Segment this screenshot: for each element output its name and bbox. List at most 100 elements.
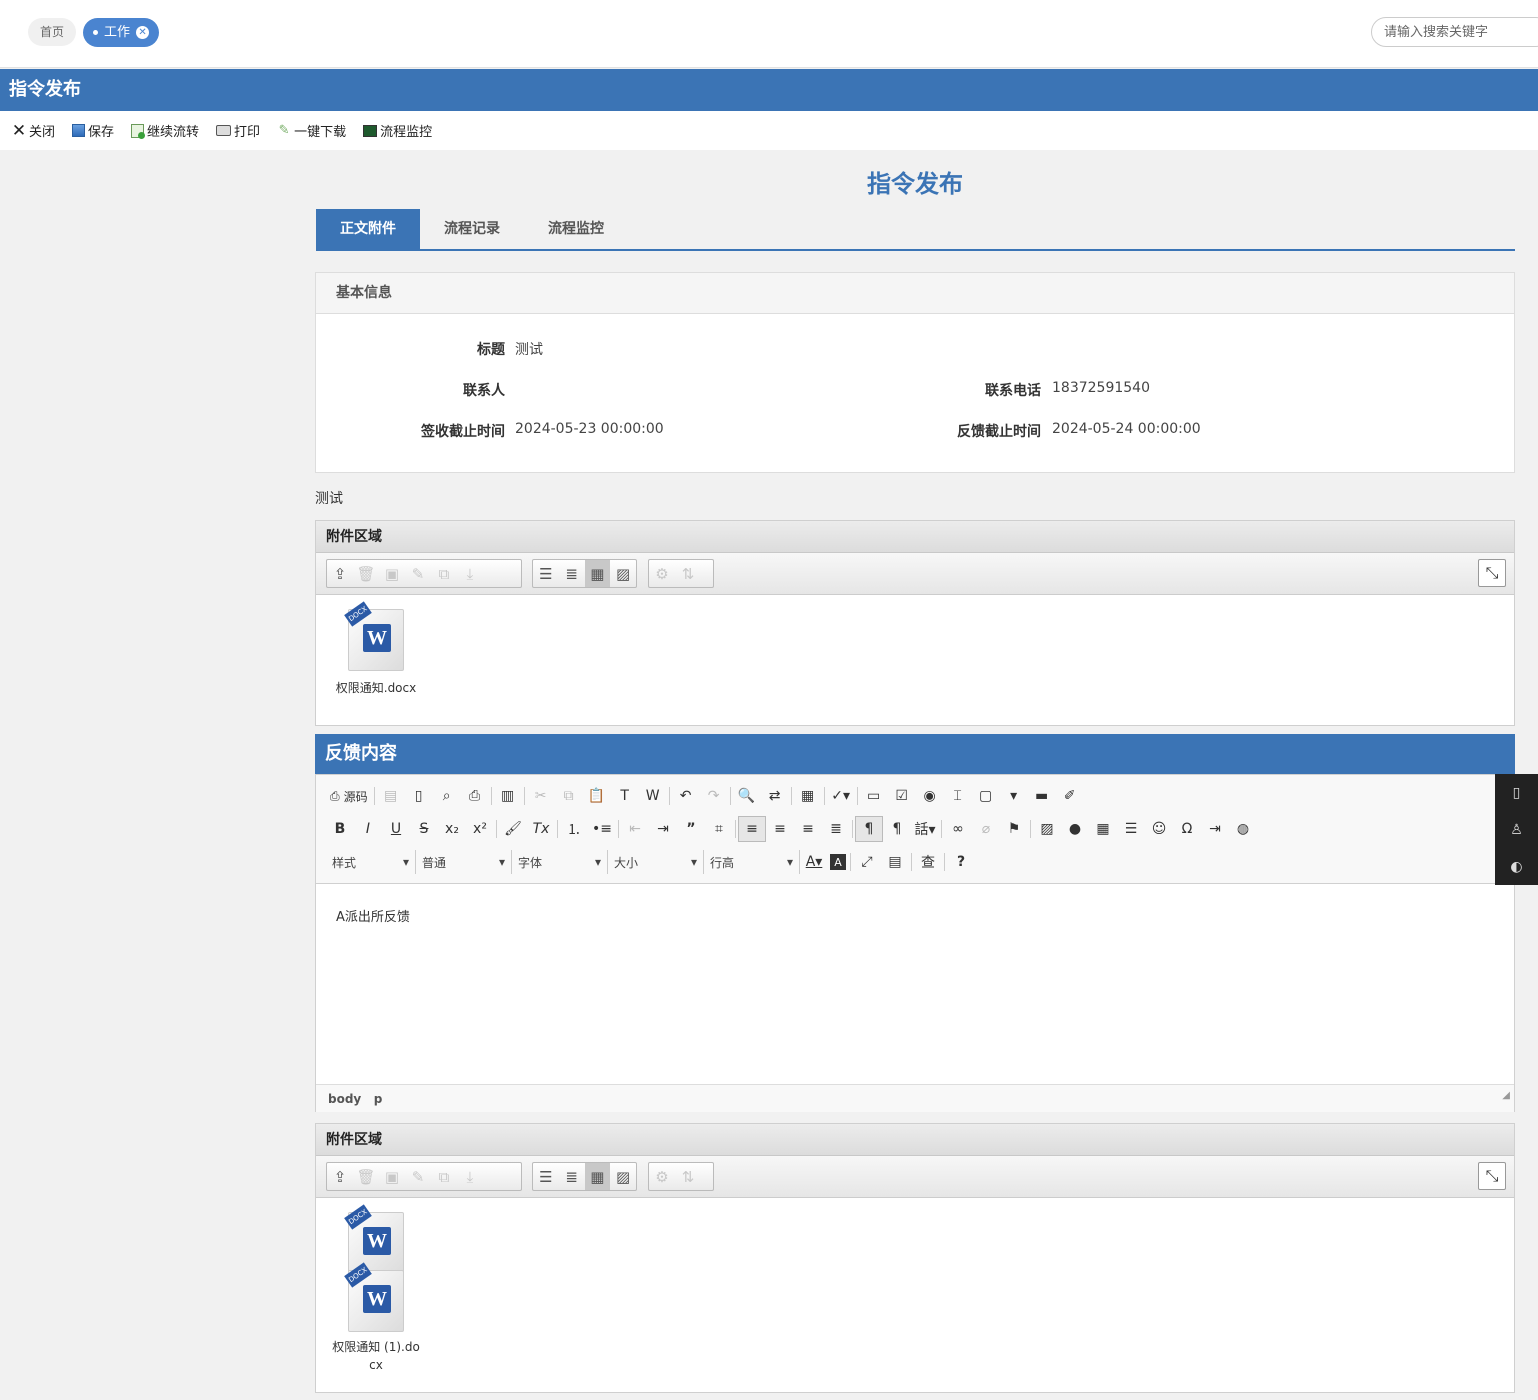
save-doc-icon[interactable]: ▤ xyxy=(377,783,405,809)
hr-icon[interactable]: ☰ xyxy=(1117,816,1145,842)
bullet-list-icon[interactable]: •≡ xyxy=(588,816,616,842)
upload-icon[interactable]: ⇪ xyxy=(327,560,353,587)
tab-flow-monitor[interactable]: 流程监控 xyxy=(524,209,628,249)
close-tab-icon[interactable]: ✕ xyxy=(136,26,150,39)
help-icon[interactable]: ? xyxy=(947,849,975,875)
button-field-icon[interactable]: ▬ xyxy=(1028,783,1056,809)
tab-work[interactable]: 工作 ✕ xyxy=(83,18,160,47)
copy-icon[interactable]: ⧉ xyxy=(431,560,457,587)
source-button[interactable]: ⎙ 源码 xyxy=(326,783,372,809)
style-select[interactable]: 样式 ▾ xyxy=(326,850,416,874)
template-icon[interactable]: ▥ xyxy=(494,783,522,809)
redo-icon[interactable]: ↷ xyxy=(700,783,728,809)
monitor-button[interactable]: 流程监控 xyxy=(363,121,432,140)
edit-icon[interactable]: ✎ xyxy=(405,1163,431,1190)
form-icon[interactable]: ▭ xyxy=(860,783,888,809)
image-icon[interactable]: ▨ xyxy=(1033,816,1061,842)
show-blocks-icon[interactable]: ▤ xyxy=(881,849,909,875)
sort-icon[interactable]: ⇅ xyxy=(675,1163,701,1190)
paste-icon[interactable]: 📋 xyxy=(583,783,611,809)
delete-icon[interactable]: 🗑 xyxy=(353,560,379,587)
save-button[interactable]: 保存 xyxy=(72,121,114,140)
align-right-icon[interactable]: ≡ xyxy=(794,816,822,842)
settings-icon[interactable]: ⚙ xyxy=(649,560,675,587)
remove-format-icon[interactable]: Tx xyxy=(527,816,555,842)
image-view-icon[interactable]: ▨ xyxy=(610,1163,636,1190)
expand-icon[interactable]: ⤡ xyxy=(1478,559,1506,587)
format-select[interactable]: 普通 ▾ xyxy=(416,850,512,874)
new-page-icon[interactable]: ▯ xyxy=(405,783,433,809)
grid-view-icon[interactable]: ▦ xyxy=(584,1163,611,1190)
radio-icon[interactable]: ◉ xyxy=(916,783,944,809)
strike-icon[interactable]: S xyxy=(410,816,438,842)
copy-icon[interactable]: ⧉ xyxy=(431,1163,457,1190)
detail-view-icon[interactable]: ≣ xyxy=(559,1163,585,1190)
tab-home[interactable]: 首页 xyxy=(28,18,77,46)
preview-doc-icon[interactable]: ⌕ xyxy=(433,783,461,809)
blockquote-icon[interactable]: ” xyxy=(677,816,705,842)
paste-word-icon[interactable]: W xyxy=(639,783,667,809)
replace-icon[interactable]: ⇄ xyxy=(761,783,789,809)
textarea-icon[interactable]: ▢ xyxy=(972,783,1000,809)
bold-icon[interactable]: B xyxy=(326,816,354,842)
user-icon[interactable]: ♙ xyxy=(1510,822,1523,838)
cut-icon[interactable]: ✂ xyxy=(527,783,555,809)
special-char-icon[interactable]: Ω xyxy=(1173,816,1201,842)
detail-view-icon[interactable]: ≣ xyxy=(559,560,585,587)
ltr-icon[interactable]: ¶ xyxy=(855,816,883,842)
download-all-button[interactable]: ✎ 一键下载 xyxy=(277,121,346,140)
attachment-file[interactable]: DOCX W 权限通知.docx xyxy=(331,601,421,696)
page-break-icon[interactable]: ⇥ xyxy=(1201,816,1229,842)
close-button[interactable]: ✕ 关闭 xyxy=(12,121,55,141)
tab-body-attachments[interactable]: 正文附件 xyxy=(316,209,420,249)
language-icon[interactable]: 話▾ xyxy=(911,816,939,842)
subscript-icon[interactable]: x₂ xyxy=(438,816,466,842)
line-height-select[interactable]: 行高 ▾ xyxy=(704,850,800,874)
iframe-icon[interactable]: ◍ xyxy=(1229,816,1257,842)
download-file-icon[interactable]: ⤓ xyxy=(457,1163,483,1190)
expand-icon[interactable]: ⤡ xyxy=(1478,1162,1506,1190)
spellcheck-icon[interactable]: ✓▾ xyxy=(827,783,855,809)
print-doc-icon[interactable]: ⎙ xyxy=(461,783,489,809)
search-input[interactable] xyxy=(1371,17,1538,47)
continue-button[interactable]: 继续流转 xyxy=(131,121,199,140)
align-left-icon[interactable]: ≡ xyxy=(738,816,766,842)
hidden-field-icon[interactable]: ✐ xyxy=(1056,783,1084,809)
sort-icon[interactable]: ⇅ xyxy=(675,560,701,587)
paste-text-icon[interactable]: T xyxy=(611,783,639,809)
color-wheel-icon[interactable]: ◐ xyxy=(1510,859,1522,875)
maximize-icon[interactable]: ⤢ xyxy=(853,849,881,875)
delete-icon[interactable]: 🗑 xyxy=(353,1163,379,1190)
textfield-icon[interactable]: ⌶ xyxy=(944,783,972,809)
path-p[interactable]: p xyxy=(374,1092,383,1106)
preview-icon[interactable]: ▣ xyxy=(379,1163,405,1190)
download-file-icon[interactable]: ⤓ xyxy=(457,560,483,587)
resize-handle-icon[interactable]: ◢ xyxy=(1502,1082,1510,1110)
upload-icon[interactable]: ⇪ xyxy=(327,1163,353,1190)
attachment-file[interactable]: DOCX W DOCX W 权限通知 (1).do cx xyxy=(331,1204,421,1374)
image-view-icon[interactable]: ▨ xyxy=(610,560,636,587)
div-icon[interactable]: ⌗ xyxy=(705,816,733,842)
outdent-icon[interactable]: ⇤ xyxy=(621,816,649,842)
rtl-icon[interactable]: ¶ xyxy=(883,816,911,842)
italic-icon[interactable]: I xyxy=(354,816,382,842)
find-icon[interactable]: 🔍 xyxy=(733,783,761,809)
editor-content[interactable]: A派出所反馈 xyxy=(316,884,1514,1084)
link-icon[interactable]: ∞ xyxy=(944,816,972,842)
anchor-icon[interactable]: ⚑ xyxy=(1000,816,1028,842)
settings-icon[interactable]: ⚙ xyxy=(649,1163,675,1190)
checkbox-icon[interactable]: ☑ xyxy=(888,783,916,809)
select-field-icon[interactable]: ▾ xyxy=(1000,783,1028,809)
find-text-icon[interactable]: 查 xyxy=(914,849,942,875)
bg-color-icon[interactable]: A xyxy=(830,854,846,870)
preview-icon[interactable]: ▣ xyxy=(379,560,405,587)
font-select[interactable]: 字体 ▾ xyxy=(512,850,608,874)
text-color-icon[interactable]: A▾ xyxy=(800,849,828,875)
clipboard-icon[interactable]: ▯ xyxy=(1513,785,1521,801)
flash-icon[interactable]: ● xyxy=(1061,816,1089,842)
size-select[interactable]: 大小 ▾ xyxy=(608,850,704,874)
table-icon[interactable]: ▦ xyxy=(1089,816,1117,842)
path-body[interactable]: body xyxy=(328,1092,361,1106)
copy-doc-icon[interactable]: ⧉ xyxy=(555,783,583,809)
grid-view-icon[interactable]: ▦ xyxy=(584,560,611,587)
